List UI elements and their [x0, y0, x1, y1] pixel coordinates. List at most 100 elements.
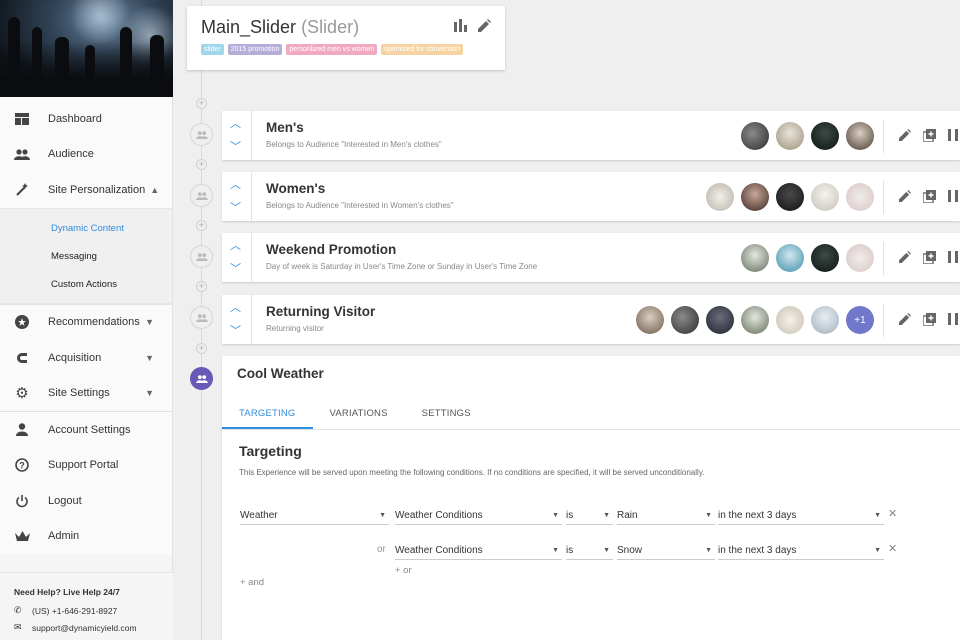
variation-thumbnail[interactable] — [741, 306, 769, 334]
help-email[interactable]: ✉ support@dynamicyield.com — [14, 619, 173, 636]
move-down-icon[interactable]: ﹀ — [230, 260, 241, 276]
caret-down-icon: ▼ — [552, 547, 559, 554]
duplicate-icon[interactable] — [922, 312, 936, 326]
nav-logout[interactable]: Logout — [0, 483, 172, 519]
pause-icon[interactable] — [946, 250, 960, 264]
subnav-custom-actions[interactable]: Custom Actions — [0, 271, 172, 299]
pencil-icon[interactable] — [898, 312, 912, 326]
pause-icon[interactable] — [946, 312, 960, 326]
pencil-icon[interactable] — [898, 189, 912, 203]
move-down-icon[interactable]: ﹀ — [230, 199, 241, 215]
tag[interactable]: 2015 promotion — [227, 44, 283, 55]
move-up-icon[interactable]: ︿ — [230, 299, 241, 315]
tab-settings[interactable]: SETTINGS — [405, 399, 488, 429]
variation-thumbnail[interactable] — [811, 306, 839, 334]
variation-thumbnail[interactable] — [776, 306, 804, 334]
add-experience-node[interactable]: + — [196, 343, 207, 354]
duplicate-icon[interactable] — [922, 189, 936, 203]
experience-detail-title: Cool Weather — [237, 366, 324, 381]
nav-audience[interactable]: Audience — [0, 137, 172, 173]
subnav-messaging[interactable]: Messaging — [0, 243, 172, 271]
experience-audience: Day of week is Saturday in User's Time Z… — [266, 262, 538, 271]
tag[interactable]: optimized for conversion — [381, 44, 464, 55]
condition-value-select[interactable]: Snow ▼ — [617, 543, 715, 560]
move-up-icon[interactable]: ︿ — [230, 176, 241, 192]
nav-acquisition[interactable]: Acquisition ▼ — [0, 340, 172, 376]
experience-actions — [898, 312, 960, 326]
nav-support-portal[interactable]: ? Support Portal — [0, 448, 172, 484]
experience-row[interactable]: ︿ ﹀ Returning Visitor Returning visitor … — [222, 295, 960, 344]
add-experience-node[interactable]: + — [196, 281, 207, 292]
condition-operator-select[interactable]: is ▼ — [566, 543, 613, 560]
nav-label: Site Personalization — [48, 183, 146, 196]
variation-thumbnail[interactable] — [741, 183, 769, 211]
move-up-icon[interactable]: ︿ — [230, 115, 241, 131]
variation-thumbnail[interactable] — [636, 306, 664, 334]
move-down-icon[interactable]: ﹀ — [230, 322, 241, 338]
help-phone[interactable]: ✆ (US) +1-646-291-8927 — [14, 602, 173, 619]
variation-thumbnail[interactable] — [811, 244, 839, 272]
nav-site-settings[interactable]: ⚙ Site Settings ▼ — [0, 376, 172, 412]
select-value: Weather — [240, 510, 278, 521]
condition-type-select[interactable]: Weather ▼ — [240, 508, 389, 525]
duplicate-icon[interactable] — [922, 250, 936, 264]
nav-account-settings[interactable]: Account Settings — [0, 412, 172, 448]
add-experience-node[interactable]: + — [196, 220, 207, 231]
variation-thumbnail[interactable] — [706, 306, 734, 334]
help-icon: ? — [14, 457, 30, 473]
condition-operator-select[interactable]: is ▼ — [566, 508, 613, 525]
variation-thumbnail[interactable] — [846, 183, 874, 211]
pencil-icon[interactable] — [478, 19, 491, 37]
nav-recommendations[interactable]: Recommendations ▼ — [0, 305, 172, 341]
reorder-controls: ︿ ﹀ — [222, 233, 252, 282]
variation-thumbnail[interactable] — [671, 306, 699, 334]
add-experience-node[interactable]: + — [196, 159, 207, 170]
condition-timeframe-select[interactable]: in the next 3 days ▼ — [718, 543, 884, 560]
caret-down-icon: ▼ — [874, 512, 881, 519]
nav-admin[interactable]: Admin — [0, 519, 172, 555]
pause-icon[interactable] — [946, 128, 960, 142]
variation-thumbnails — [741, 244, 874, 272]
nav-label: Acquisition — [48, 351, 102, 364]
variation-thumbnail[interactable] — [741, 122, 769, 150]
variation-thumbnail[interactable] — [811, 183, 839, 211]
variation-thumbnail[interactable] — [741, 244, 769, 272]
tab-variations[interactable]: VARIATIONS — [313, 399, 405, 429]
variation-thumbnail[interactable] — [706, 183, 734, 211]
more-variations-badge[interactable]: +1 — [846, 306, 874, 334]
pencil-icon[interactable] — [898, 250, 912, 264]
experience-row[interactable]: ︿ ﹀ Men's Belongs to Audience "Intereste… — [222, 111, 960, 160]
variation-thumbnail[interactable] — [776, 122, 804, 150]
nav-dashboard[interactable]: Dashboard — [0, 101, 172, 137]
move-up-icon[interactable]: ︿ — [230, 237, 241, 253]
variation-thumbnail[interactable] — [846, 244, 874, 272]
chevron-down-icon: ▼ — [145, 388, 154, 399]
add-or-condition-link[interactable]: + or — [395, 565, 412, 576]
variation-thumbnail[interactable] — [846, 122, 874, 150]
bar-chart-icon[interactable] — [454, 19, 467, 37]
condition-timeframe-select[interactable]: in the next 3 days ▼ — [718, 508, 884, 525]
variation-thumbnail[interactable] — [811, 122, 839, 150]
add-experience-node[interactable]: + — [196, 98, 207, 109]
remove-condition-icon[interactable]: ✕ — [888, 542, 897, 555]
condition-field-select[interactable]: Weather Conditions ▼ — [395, 543, 562, 560]
pause-icon[interactable] — [946, 189, 960, 203]
nav-site-personalization[interactable]: Site Personalization ▲ — [0, 172, 172, 208]
tab-targeting[interactable]: TARGETING — [222, 399, 313, 429]
pencil-icon[interactable] — [898, 128, 912, 142]
tag[interactable]: personlized men vs women — [286, 44, 378, 55]
remove-condition-icon[interactable]: ✕ — [888, 507, 897, 520]
condition-field-select[interactable]: Weather Conditions ▼ — [395, 508, 562, 525]
experience-row[interactable]: ︿ ﹀ Women's Belongs to Audience "Interes… — [222, 172, 960, 221]
add-and-condition-link[interactable]: + and — [240, 577, 264, 588]
audience-node-active — [190, 367, 213, 390]
tag[interactable]: slider — [201, 44, 224, 55]
experience-row[interactable]: ︿ ﹀ Weekend Promotion Day of week is Sat… — [222, 233, 960, 282]
move-down-icon[interactable]: ﹀ — [230, 138, 241, 154]
reorder-controls: ︿ ﹀ — [222, 172, 252, 221]
variation-thumbnail[interactable] — [776, 183, 804, 211]
variation-thumbnail[interactable] — [776, 244, 804, 272]
duplicate-icon[interactable] — [922, 128, 936, 142]
subnav-dynamic-content[interactable]: Dynamic Content — [0, 215, 172, 243]
condition-value-select[interactable]: Rain ▼ — [617, 508, 715, 525]
